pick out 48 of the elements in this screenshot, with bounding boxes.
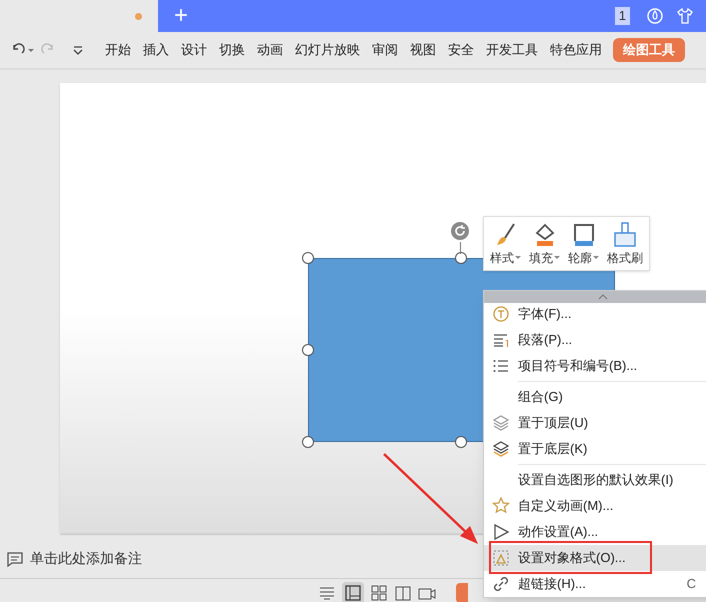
shape-format-icon	[492, 549, 510, 567]
shirt-icon	[676, 7, 694, 25]
layers-icon	[492, 440, 510, 458]
menu-item[interactable]: 段落(P)...	[484, 327, 706, 353]
normal-view-icon	[344, 584, 362, 602]
menu-item[interactable]: 自定义动画(M)...	[484, 493, 706, 519]
mini-toolbar-button[interactable]: 样式	[486, 220, 525, 266]
menu-item[interactable]: 置于底层(K)	[484, 436, 706, 462]
menu-item[interactable]: 设置自选图形的默认效果(I)	[484, 467, 706, 493]
ribbon-tab[interactable]: 开发工具	[481, 40, 543, 60]
ribbon-tab[interactable]: 特色应用	[545, 40, 607, 60]
mini-toolbar-button[interactable]: 填充	[525, 220, 564, 266]
note-icon	[6, 550, 24, 568]
menu-item[interactable]: 置于顶层(U)	[484, 410, 706, 436]
mini-toolbar-button[interactable]: 轮廓	[564, 220, 603, 266]
link-icon	[492, 575, 510, 593]
menu-item[interactable]: 组合(G)	[484, 384, 706, 410]
ribbon-tab[interactable]: 幻灯片放映	[290, 40, 365, 60]
menu-item[interactable]: 动作设置(A)...	[484, 519, 706, 545]
notes-placeholder[interactable]: 单击此处添加备注	[30, 548, 142, 569]
rotate-handle-icon	[450, 221, 470, 241]
normal-view-button[interactable]	[342, 582, 364, 602]
book-icon	[394, 584, 412, 602]
list-icon	[492, 357, 510, 375]
ribbon-tab[interactable]: 安全	[443, 40, 479, 60]
window-counter[interactable]: 1	[614, 7, 630, 25]
ribbon-tab[interactable]: 视图	[405, 40, 441, 60]
chevron-up-icon	[598, 294, 608, 300]
ribbon-tab[interactable]: 审阅	[367, 40, 403, 60]
menu-item[interactable]: 字体(F)...	[484, 301, 706, 327]
grid-view-icon	[370, 584, 388, 602]
skin-drop-icon	[646, 7, 664, 25]
mini-toolbar-button[interactable]: 格式刷	[603, 220, 647, 266]
ribbon-tab[interactable]: 开始	[100, 40, 136, 60]
menu-item[interactable]: 设置对象格式(O)...	[484, 545, 706, 571]
play-icon	[492, 523, 510, 541]
ribbon-tab[interactable]: 切换	[214, 40, 250, 60]
menu-item[interactable]: 超链接(H)... C	[484, 571, 706, 597]
ribbon-tab[interactable]: 设计	[176, 40, 212, 60]
menu-item[interactable]: 项目符号和编号(B)...	[484, 353, 706, 379]
shortcut-text: C	[686, 575, 697, 594]
star-icon	[492, 497, 510, 515]
ribbon-tab[interactable]: 动画	[252, 40, 288, 60]
caret-icon	[28, 48, 34, 52]
new-tab-button[interactable]: +	[174, 4, 188, 28]
font-icon	[492, 305, 510, 323]
layers-icon	[492, 414, 510, 432]
ribbon-tab[interactable]: 插入	[138, 40, 174, 60]
